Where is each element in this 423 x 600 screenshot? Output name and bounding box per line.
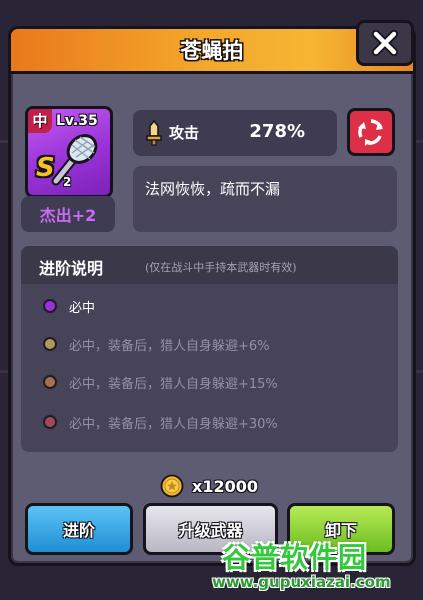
advance-button[interactable]: 进阶	[25, 503, 133, 555]
status-dot-icon	[43, 375, 57, 389]
advancement-text: 必中，装备后，猎人自身躲避+6%	[69, 338, 270, 354]
rank-number: 2	[63, 175, 72, 189]
advancement-row: 必中	[43, 295, 95, 317]
status-dot-icon	[43, 415, 57, 429]
close-x-icon	[372, 30, 398, 56]
advancement-row: 必中，装备后，猎人自身躲避+6%	[43, 333, 270, 355]
attack-stat: 攻击 278%	[133, 110, 337, 156]
advancement-text: 必中，装备后，猎人自身躲避+15%	[69, 376, 278, 392]
gold-coin-icon	[160, 474, 184, 498]
dialog-title-bar: 苍蝇拍	[11, 29, 413, 74]
description-box: 法网恢恢，疏而不漏	[133, 166, 397, 232]
upgrade-cost: x12000	[160, 472, 258, 500]
watermark-logo: 谷普软件园	[222, 541, 368, 574]
advancement-text: 必中	[69, 300, 96, 316]
advancement-title: 进阶说明	[39, 259, 104, 278]
status-dot-icon	[43, 299, 57, 313]
weapon-level: Lv.35	[56, 113, 98, 129]
advancement-row: 必中，装备后，猎人自身躲避+15%	[43, 371, 278, 393]
advancement-text: 必中，装备后，猎人自身躲避+30%	[69, 416, 278, 432]
advancement-note: (仅在战斗中手持本武器时有效)	[145, 261, 297, 274]
close-button[interactable]	[356, 20, 414, 66]
grade-tag: 中	[28, 109, 52, 133]
cost-amount: x12000	[192, 476, 258, 496]
dialog-title: 苍蝇拍	[180, 39, 244, 63]
refresh-cycle-icon	[358, 119, 383, 146]
quality-badge: 杰出+2	[21, 196, 115, 232]
sword-icon	[146, 120, 162, 146]
advancement-header: 进阶说明 (仅在战斗中手持本武器时有效)	[21, 246, 398, 284]
refresh-button[interactable]	[347, 108, 395, 156]
advancement-panel: 进阶说明 (仅在战斗中手持本武器时有效) 必中 必中，装备后，猎人自身躲避+6%…	[21, 246, 398, 452]
weapon-card[interactable]: 中 Lv.35 S 2	[25, 106, 113, 198]
status-dot-icon	[43, 337, 57, 351]
watermark-url: www.gupuxiazai.com	[212, 573, 391, 591]
rank-letter: S	[36, 153, 55, 183]
description-text: 法网恢恢，疏而不漏	[145, 180, 281, 198]
advancement-row: 必中，装备后，猎人自身躲避+30%	[43, 411, 278, 433]
attack-label: 攻击	[169, 124, 200, 142]
attack-value: 278%	[249, 121, 305, 142]
